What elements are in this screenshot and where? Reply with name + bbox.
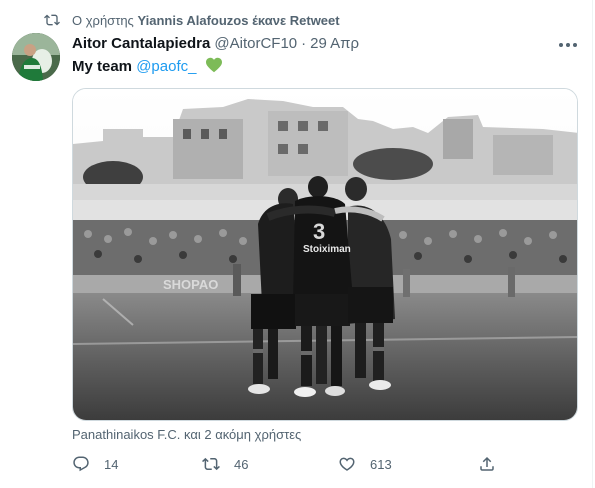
separator-dot: · bbox=[301, 35, 307, 52]
tweet-body: My team bbox=[72, 57, 133, 75]
reply-icon bbox=[73, 456, 89, 472]
jersey-sponsor: Stoiximan bbox=[303, 244, 351, 255]
share-button[interactable] bbox=[478, 455, 510, 473]
user-handle[interactable]: @AitorCF10 bbox=[214, 35, 297, 52]
tagged-users[interactable]: Panathinaikos F.C. και 2 ακόμη χρήστες bbox=[72, 427, 301, 442]
more-options-icon[interactable] bbox=[556, 36, 580, 54]
green-heart-icon bbox=[205, 57, 223, 77]
like-button[interactable]: 613 bbox=[338, 455, 392, 473]
tweet-header: Aitor Cantalapiedra @AitorCF10 · 29 Απρ bbox=[72, 35, 359, 52]
tweet-photo[interactable]: SHOPAO 3 22 Stoiximan bbox=[72, 88, 578, 421]
retweet-action-icon bbox=[202, 457, 220, 471]
tweet-text: My team @paofc_ bbox=[72, 57, 223, 77]
avatar[interactable] bbox=[12, 33, 60, 81]
retweet-context: Ο χρήστης Yiannis Alafouzos έκανε Retwee… bbox=[44, 12, 340, 28]
retweet-suffix: έκανε Retweet bbox=[248, 12, 340, 28]
mention-link[interactable]: @paofc_ bbox=[136, 58, 196, 75]
reply-button[interactable]: 14 bbox=[72, 455, 118, 473]
share-icon bbox=[480, 456, 494, 471]
display-name[interactable]: Aitor Cantalapiedra bbox=[72, 35, 210, 52]
retweet-prefix: Ο χρήστης bbox=[72, 12, 138, 28]
tweet-date[interactable]: 29 Απρ bbox=[310, 35, 359, 52]
reply-count: 14 bbox=[104, 456, 119, 472]
tweet-actions: 14 46 613 bbox=[72, 455, 512, 477]
retweet-icon bbox=[44, 14, 60, 26]
heart-icon bbox=[339, 457, 355, 471]
tweet-card[interactable]: Ο χρήστης Yiannis Alafouzos έκανε Retwee… bbox=[0, 0, 595, 488]
retweet-button[interactable]: 46 bbox=[202, 455, 248, 473]
retweet-user-link[interactable]: Yiannis Alafouzos bbox=[137, 13, 248, 28]
card-divider bbox=[592, 0, 593, 488]
ad-board-text: SHOPAO bbox=[163, 277, 218, 292]
jersey-number-left: 3 bbox=[313, 219, 325, 244]
like-count: 613 bbox=[370, 456, 392, 472]
retweet-count: 46 bbox=[234, 456, 249, 472]
